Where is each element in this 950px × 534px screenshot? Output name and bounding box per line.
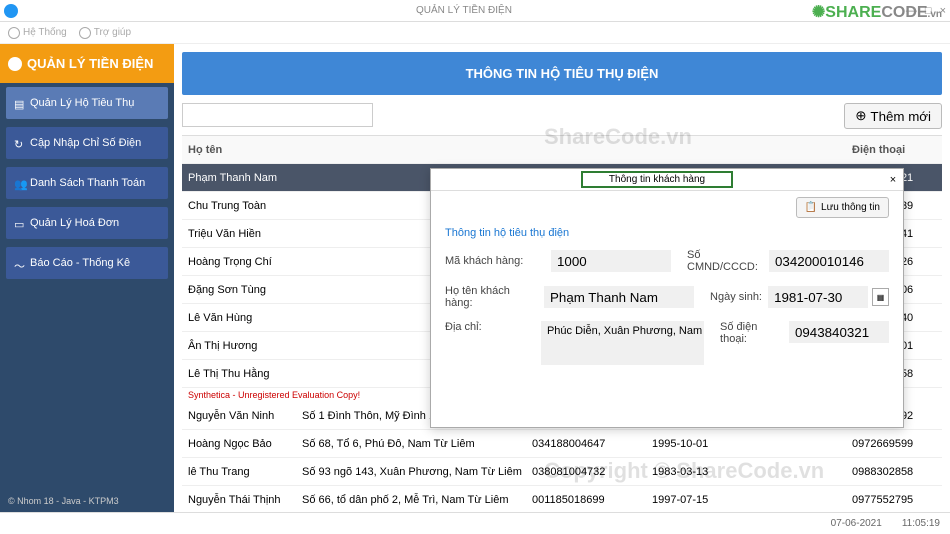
table-row[interactable]: Hoàng Ngọc BảoSố 68, Tổ 6, Phú Đô, Nam T… [182,430,942,458]
input-ngaysinh[interactable] [768,286,868,308]
label-ngaysinh: Ngày sinh: [710,291,762,303]
users-icon: 👥 [14,178,24,188]
window-title: QUẢN LÝ TIỀN ĐIỆN [22,5,906,16]
document-icon: ▤ [14,98,24,108]
chart-icon: 〜 [14,258,24,268]
input-cmnd[interactable] [769,250,889,272]
bulb-icon [8,57,22,71]
label-diachi: Địa chỉ: [445,321,535,333]
search-input[interactable] [182,103,373,127]
customer-info-modal: Thông tin khách hàng × 📋Lưu thông tin Th… [430,168,904,428]
input-diachi[interactable] [541,321,704,365]
window-titlebar: QUẢN LÝ TIỀN ĐIỆN — □ × [0,0,950,22]
label-sdt: Số điện thoại: [720,321,783,345]
sidebar-item-thanh-toan[interactable]: 👥Danh Sách Thanh Toán [6,167,168,199]
label-makh: Mã khách hàng: [445,255,545,267]
save-button[interactable]: 📋Lưu thông tin [796,197,889,218]
sidebar-item-ho-tieu-thu[interactable]: ▤Quản Lý Hộ Tiêu Thụ [6,87,168,119]
plus-icon: ⊕ [855,108,866,124]
status-time: 11:05:19 [902,518,940,529]
help-icon [79,27,91,39]
sidebar-item-chi-so-dien[interactable]: ↻Cập Nhập Chỉ Số Điện [6,127,168,159]
main-content: THÔNG TIN HỘ TIÊU THỤ ĐIỆN ⊕Thêm mới Sha… [174,44,950,512]
page-title: THÔNG TIN HỘ TIÊU THỤ ĐIỆN [182,52,942,95]
sidebar-footer: © Nhom 18 - Java - KTPM3 [0,490,174,512]
app-logo-icon [4,4,18,18]
refresh-icon: ↻ [14,138,24,148]
sharecode-watermark-logo: ✺SHARECODE.vn [812,2,942,22]
card-icon: ▭ [14,218,24,228]
gear-icon [8,27,20,39]
table-header: Họ tên Điện thoại [182,136,942,164]
table-row[interactable]: Nguyễn Thái ThịnhSố 66, tổ dân phố 2, Mễ… [182,486,942,512]
statusbar: 07-06-2021 11:05:19 [0,512,950,534]
label-hoten: Họ tên khách hàng: [445,285,538,309]
modal-subtitle: Thông tin hộ tiêu thụ điện [445,227,889,239]
input-hoten[interactable] [544,286,694,308]
sidebar-item-hoa-don[interactable]: ▭Quản Lý Hoá Đơn [6,207,168,239]
sidebar-item-bao-cao[interactable]: 〜Báo Cáo - Thống Kê [6,247,168,279]
table-row[interactable]: lê Thu TrangSố 93 ngõ 143, Xuân Phương, … [182,458,942,486]
input-makh[interactable] [551,250,671,272]
add-new-button[interactable]: ⊕Thêm mới [844,103,942,129]
modal-title: Thông tin khách hàng [581,171,733,188]
sidebar: QUẢN LÝ TIỀN ĐIỆN ▤Quản Lý Hộ Tiêu Thụ ↻… [0,44,174,512]
sidebar-header: QUẢN LÝ TIỀN ĐIỆN [0,44,174,83]
menu-system[interactable]: Hệ Thống [8,27,67,39]
status-date: 07-06-2021 [831,518,882,529]
modal-close-button[interactable]: × [883,174,903,186]
menu-help[interactable]: Trợ giúp [79,27,131,39]
menubar: Hệ Thống Trợ giúp [0,22,950,44]
label-cmnd: Số CMND/CCCD: [687,249,763,273]
calendar-button[interactable]: ▦ [872,288,889,306]
save-icon: 📋 [805,202,817,213]
input-sdt[interactable] [789,321,889,343]
